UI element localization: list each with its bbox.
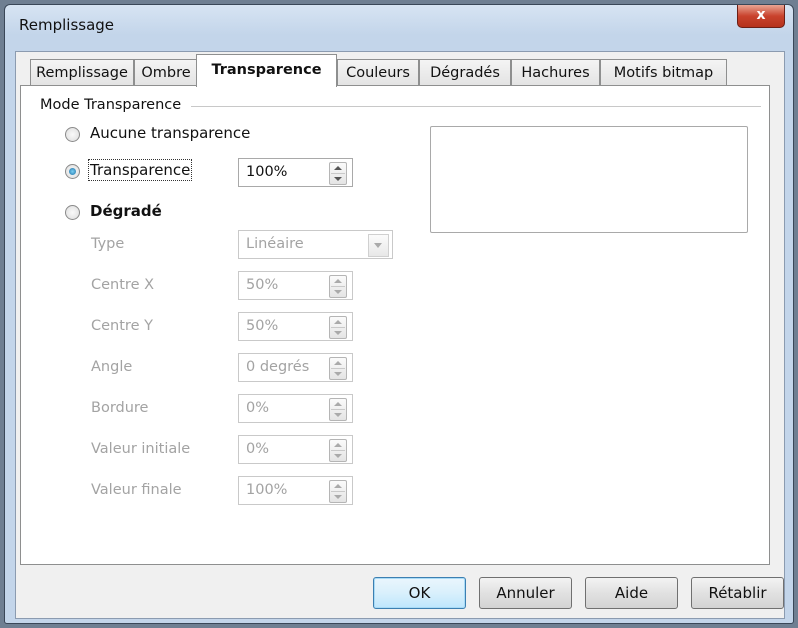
border-spinbox: 0%: [238, 394, 353, 423]
transparency-spinbox[interactable]: 100%: [238, 158, 353, 187]
radio-no-transparency[interactable]: [65, 127, 80, 142]
transparency-spin-buttons[interactable]: [329, 162, 347, 185]
start-value-spinbox: 0%: [238, 435, 353, 464]
label-end-value: Valeur finale: [91, 482, 182, 498]
end-value-spinbox: 100%: [238, 476, 353, 505]
border-value: 0%: [246, 400, 270, 416]
spin-up-icon: [334, 402, 342, 406]
center-y-value: 50%: [246, 318, 279, 334]
ok-button[interactable]: OK: [373, 577, 466, 609]
reset-button[interactable]: Rétablir: [691, 577, 784, 609]
label-type: Type: [91, 236, 125, 252]
type-dropdown: Linéaire: [238, 230, 393, 259]
tab-motifs-bitmap[interactable]: Motifs bitmap: [600, 59, 727, 86]
label-center-y: Centre Y: [91, 318, 153, 334]
radio-label-no-transparency[interactable]: Aucune transparence: [90, 124, 250, 142]
spin-up-icon: [334, 320, 342, 324]
close-button[interactable]: x: [737, 5, 785, 28]
spin-down-icon: [334, 290, 342, 294]
tab-degrades[interactable]: Dégradés: [419, 59, 511, 86]
title-bar[interactable]: Remplissage x: [5, 5, 793, 45]
center-y-spinbox: 50%: [238, 312, 353, 341]
center-x-value: 50%: [246, 277, 279, 293]
radio-gradient[interactable]: [65, 205, 80, 220]
spin-down-icon: [334, 413, 342, 417]
transparency-panel: Mode Transparence Aucune transparence Tr…: [20, 85, 770, 565]
radio-label-gradient[interactable]: Dégradé: [90, 202, 162, 220]
spin-down-icon[interactable]: [334, 177, 342, 181]
cancel-button[interactable]: Annuler: [479, 577, 572, 609]
spin-down-icon: [334, 331, 342, 335]
spin-down-icon: [334, 372, 342, 376]
spin-up-icon: [334, 279, 342, 283]
spin-up-icon: [334, 484, 342, 488]
spin-down-icon: [334, 454, 342, 458]
angle-spinbox: 0 degrés: [238, 353, 353, 382]
tab-ombre[interactable]: Ombre: [134, 59, 198, 86]
start-value-value: 0%: [246, 441, 270, 457]
label-angle: Angle: [91, 359, 133, 375]
tab-couleurs[interactable]: Couleurs: [337, 59, 419, 86]
end-value-value: 100%: [246, 482, 288, 498]
group-divider: [191, 106, 761, 107]
tab-remplissage[interactable]: Remplissage: [30, 59, 134, 86]
tab-transparence[interactable]: Transparence: [196, 54, 337, 87]
spin-up-icon: [334, 361, 342, 365]
help-button[interactable]: Aide: [585, 577, 678, 609]
group-label-mode: Mode Transparence: [40, 97, 188, 113]
radio-label-transparency[interactable]: Transparence: [87, 159, 193, 181]
label-border: Bordure: [91, 400, 149, 416]
label-center-x: Centre X: [91, 277, 155, 293]
spin-down-icon: [334, 495, 342, 499]
type-value: Linéaire: [246, 236, 304, 252]
spin-up-icon[interactable]: [334, 166, 342, 170]
tab-hachures[interactable]: Hachures: [511, 59, 600, 86]
chevron-down-icon: [368, 234, 389, 257]
label-start-value: Valeur initiale: [91, 441, 191, 457]
center-x-spinbox: 50%: [238, 271, 353, 300]
radio-transparency[interactable]: [65, 164, 80, 179]
transparency-value[interactable]: 100%: [246, 164, 287, 180]
angle-value: 0 degrés: [246, 359, 310, 375]
window-title: Remplissage: [19, 16, 115, 34]
preview-box: [430, 126, 748, 233]
spin-up-icon: [334, 443, 342, 447]
